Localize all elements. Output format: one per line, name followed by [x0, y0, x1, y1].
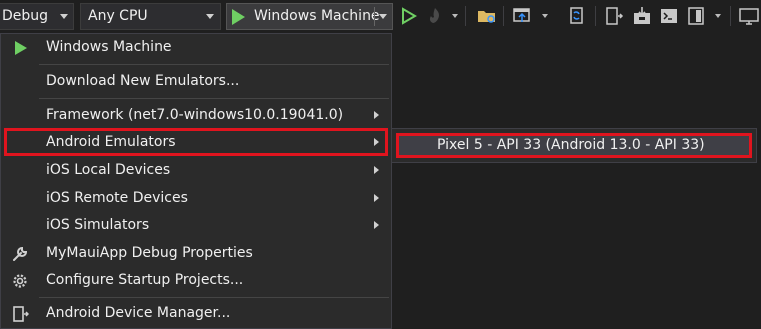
platform-dropdown[interactable]: Any CPU [80, 3, 221, 30]
submenu-item-pixel-5[interactable]: Pixel 5 - API 33 (Android 13.0 - API 33) [396, 133, 752, 158]
android-emulators-submenu: Pixel 5 - API 33 (Android 13.0 - API 33) [391, 128, 757, 163]
menu-divider [39, 98, 389, 99]
menu-item-configure-startup[interactable]: Configure Startup Projects... [1, 267, 391, 294]
toolbar-separator [465, 6, 466, 26]
divider [374, 7, 375, 26]
start-target-label: Windows Machine [254, 8, 380, 24]
play-icon [11, 39, 29, 57]
start-without-debugging-icon[interactable] [398, 5, 420, 27]
sync-icon[interactable] [565, 5, 587, 27]
terminal-icon[interactable] [658, 5, 680, 27]
highlight-frame [4, 128, 388, 156]
menu-item-debug-properties[interactable]: MyMauiApp Debug Properties [1, 240, 391, 267]
chevron-down-icon [206, 14, 214, 19]
menu-item-label: iOS Local Devices [46, 162, 171, 178]
configuration-dropdown[interactable]: Debug [0, 3, 74, 30]
chevron-right-icon [374, 221, 379, 229]
menu-divider [39, 297, 389, 298]
toolbar-separator [730, 6, 731, 26]
wrench-icon [11, 245, 29, 263]
configuration-value: Debug [2, 8, 49, 24]
menu-item-label: Windows Machine [46, 39, 172, 55]
chevron-right-icon [374, 194, 379, 202]
menu-item-label: iOS Simulators [46, 217, 150, 233]
menu-item-label: Download New Emulators... [46, 73, 240, 89]
panel-icon[interactable] [686, 5, 708, 27]
menu-item-label: Framework (net7.0-windows10.0.19041.0) [46, 107, 344, 123]
toolbar: Debug Any CPU Windows Machine [0, 0, 761, 33]
chevron-down-icon[interactable] [542, 14, 548, 18]
menu-item-android-device-manager[interactable]: Android Device Manager... [1, 300, 391, 327]
chevron-down-icon [60, 14, 68, 19]
chevron-down-icon[interactable] [452, 14, 458, 18]
debug-target-menu: Windows Machine Download New Emulators..… [0, 33, 392, 329]
install-icon[interactable] [631, 5, 653, 27]
menu-item-windows-machine[interactable]: Windows Machine [1, 34, 391, 61]
chevron-down-icon[interactable] [715, 14, 721, 18]
chevron-down-icon[interactable] [379, 14, 387, 19]
chevron-right-icon [374, 111, 379, 119]
menu-item-download-emulators[interactable]: Download New Emulators... [1, 68, 391, 95]
browser-link-icon[interactable] [511, 5, 533, 27]
monitor-icon[interactable] [738, 5, 760, 27]
menu-item-ios-local-devices[interactable]: iOS Local Devices [1, 157, 391, 184]
hot-reload-icon[interactable] [424, 5, 446, 27]
open-folder-icon[interactable] [476, 5, 498, 27]
chevron-right-icon [374, 166, 379, 174]
menu-item-label: MyMauiApp Debug Properties [46, 245, 253, 261]
start-debug-button[interactable]: Windows Machine [226, 3, 393, 30]
toolbar-separator [595, 6, 596, 26]
platform-value: Any CPU [88, 8, 148, 24]
menu-item-label: Configure Startup Projects... [46, 272, 244, 288]
menu-item-label: Android Device Manager... [46, 305, 231, 321]
device-manager-icon [11, 305, 29, 323]
menu-item-framework[interactable]: Framework (net7.0-windows10.0.19041.0) [1, 102, 391, 129]
gear-icon [11, 272, 29, 290]
menu-item-ios-simulators[interactable]: iOS Simulators [1, 212, 391, 239]
toolbar-separator [503, 6, 504, 26]
play-icon [232, 9, 245, 25]
menu-divider [39, 64, 389, 65]
submenu-item-label: Pixel 5 - API 33 (Android 13.0 - API 33) [437, 137, 705, 153]
menu-item-label: iOS Remote Devices [46, 190, 188, 206]
device-icon[interactable] [603, 5, 625, 27]
menu-item-ios-remote-devices[interactable]: iOS Remote Devices [1, 185, 391, 212]
